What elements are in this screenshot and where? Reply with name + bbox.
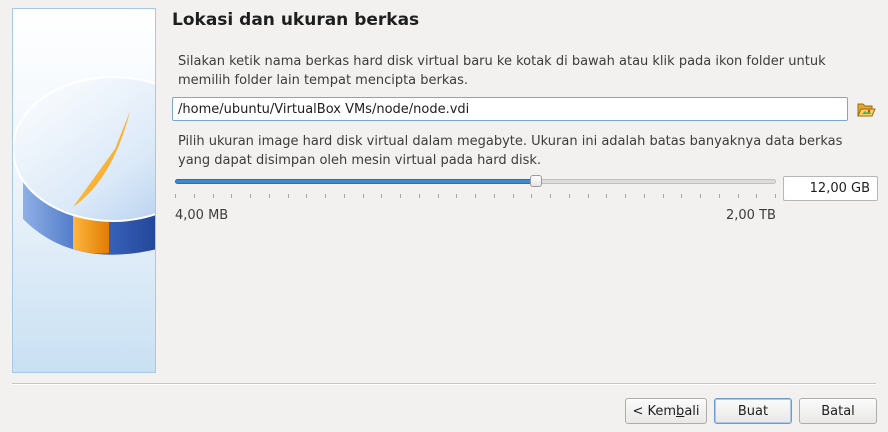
- slider-tick: [719, 194, 720, 198]
- slider-tick: [569, 194, 570, 198]
- slider-tick: [700, 194, 701, 198]
- disk-size-slider[interactable]: [175, 172, 776, 192]
- size-description: Pilih ukuran image hard disk virtual dal…: [178, 134, 843, 168]
- slider-handle[interactable]: [529, 175, 542, 187]
- create-virtual-disk-dialog: Lokasi dan ukuran berkas Silakan ketik n…: [0, 0, 888, 432]
- size-min-label: 4,00 MB: [175, 208, 229, 223]
- slider-tick: [475, 194, 476, 198]
- slider-tick: [456, 194, 457, 198]
- slider-tick: [269, 194, 270, 198]
- slider-tick: [588, 194, 589, 198]
- cancel-button[interactable]: Batal: [799, 398, 877, 424]
- slider-tick: [381, 194, 382, 198]
- slider-tick: [363, 194, 364, 198]
- slider-tick: [775, 194, 776, 198]
- page-title: Lokasi dan ukuran berkas: [172, 10, 420, 30]
- wizard-watermark-image: [12, 8, 156, 373]
- file-path-input[interactable]: [172, 97, 848, 121]
- slider-tick: [550, 194, 551, 198]
- slider-tick: [494, 194, 495, 198]
- slider-tick: [344, 194, 345, 198]
- slider-tick: [325, 194, 326, 198]
- slider-tick: [644, 194, 645, 198]
- folder-open-icon: [857, 103, 876, 117]
- slider-ticks: [175, 194, 776, 200]
- slider-tick: [231, 194, 232, 198]
- back-button[interactable]: < Kembali: [625, 398, 707, 424]
- disk-pie-icon: [13, 76, 155, 255]
- slider-fill: [175, 179, 536, 184]
- slider-tick: [438, 194, 439, 198]
- slider-tick: [419, 194, 420, 198]
- size-max-label: 2,00 TB: [726, 208, 776, 223]
- create-button[interactable]: Buat: [714, 398, 792, 424]
- slider-tick: [213, 194, 214, 198]
- back-label-prefix: < Kem: [632, 403, 677, 419]
- slider-tick: [288, 194, 289, 198]
- slider-tick: [513, 194, 514, 198]
- slider-tick: [194, 194, 195, 198]
- slider-tick: [400, 194, 401, 198]
- back-label-suffix: ali: [684, 403, 700, 419]
- slider-tick: [681, 194, 682, 198]
- slider-tick: [606, 194, 607, 198]
- slider-tick: [756, 194, 757, 198]
- slider-tick: [531, 194, 532, 198]
- choose-folder-button[interactable]: [855, 98, 877, 120]
- slider-tick: [306, 194, 307, 198]
- slider-tick: [738, 194, 739, 198]
- button-separator: [12, 383, 876, 385]
- slider-tick: [175, 194, 176, 198]
- disk-size-input[interactable]: [783, 176, 878, 201]
- slider-tick: [663, 194, 664, 198]
- slider-tick: [625, 194, 626, 198]
- slider-tick: [250, 194, 251, 198]
- location-description: Silakan ketik nama berkas hard disk virt…: [178, 54, 826, 88]
